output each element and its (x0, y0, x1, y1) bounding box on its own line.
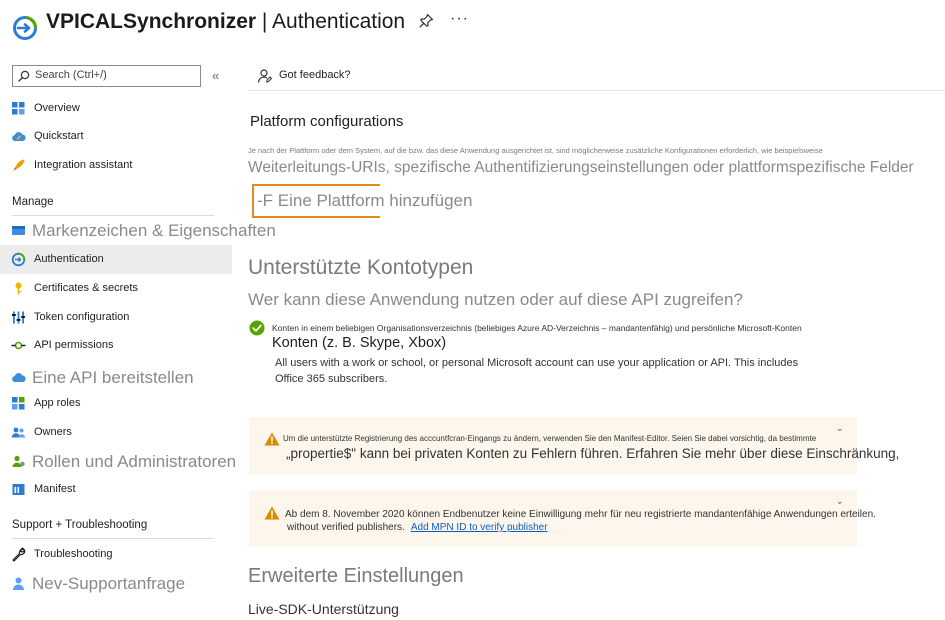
sidebar-item-label: App roles (34, 397, 81, 409)
account-option-description-cont: Konten (z. B. Skype, Xbox) (272, 335, 447, 351)
warning-icon (264, 506, 280, 520)
sidebar-item-label: Troubleshooting (34, 548, 113, 560)
account-option-description: Konten in einem beliebigen Organisations… (272, 323, 802, 333)
add-platform-button[interactable]: -F Eine Plattform hinzufügen (252, 184, 472, 218)
section-divider (12, 538, 214, 539)
token-icon (12, 311, 25, 324)
cloud-icon (12, 132, 26, 141)
verify-publisher-link[interactable]: Add MPN ID to verify publisher (411, 522, 548, 533)
app-registration-icon (13, 16, 37, 40)
app-roles-icon (12, 397, 25, 410)
chevron-down-icon[interactable]: ⌄ (836, 496, 844, 507)
sidebar-item-troubleshooting[interactable]: Troubleshooting (0, 540, 232, 569)
sidebar-item-integration-assistant[interactable]: Integration assistant (0, 151, 232, 180)
wrench-icon (12, 547, 26, 562)
page-title: VPICALSynchronizer | Authentication (46, 10, 405, 34)
page-name: Authentication (272, 10, 406, 33)
sidebar-item-label: Overview (34, 102, 80, 114)
authentication-icon (11, 252, 26, 267)
key-icon (15, 282, 22, 295)
warning-text-tail: without verified publishers. (287, 522, 405, 533)
section-manage-label: Manage (12, 196, 54, 208)
chevron-down-icon[interactable]: ⌄ (836, 423, 844, 434)
warning-text-cont: without verified publishers. Add MPN ID t… (287, 522, 548, 533)
sidebar-item-label: Quickstart (34, 130, 84, 142)
owners-icon (11, 427, 25, 438)
add-platform-label: -F Eine Plattform hinzufügen (257, 191, 473, 210)
title-separator: | (256, 10, 273, 33)
check-circle-icon (249, 320, 265, 336)
account-option-help: All users with a work or school, or pers… (275, 357, 799, 369)
sidebar-item-expose-api[interactable]: Eine API bereitstellen (0, 363, 232, 392)
feedback-button[interactable]: Got feedback? (279, 69, 351, 81)
branding-icon (12, 226, 25, 235)
search-placeholder: Search (Ctrl+/) (35, 69, 107, 81)
support-person-icon (13, 577, 24, 590)
account-option-help-cont: Office 365 subscribers. (275, 373, 388, 385)
sidebar-item-api-permissions[interactable]: API permissions (0, 331, 232, 360)
sidebar-item-overview[interactable]: Overview (0, 94, 232, 123)
warning-banner-publisher: ⌄ Ab dem 8. November 2020 können Endbenu… (249, 490, 876, 547)
sidebar-item-label: Eine API bereitstellen (32, 368, 194, 387)
platform-description-small: Je nach der Plattform oder dem System, a… (248, 146, 823, 155)
warning-text: Ab dem 8. November 2020 können Endbenutz… (285, 509, 876, 520)
sidebar-item-label: Integration assistant (34, 159, 133, 171)
pin-icon[interactable] (418, 13, 434, 29)
sidebar-item-owners[interactable]: Owners (0, 418, 232, 447)
more-options-icon[interactable]: ··· (450, 10, 469, 28)
sidebar-item-token-configuration[interactable]: Token configuration (0, 303, 232, 332)
sidebar-item-label: Token configuration (34, 311, 130, 323)
sidebar-item-label: Certificates & secrets (34, 282, 138, 294)
sidebar-item-manifest[interactable]: Manifest (0, 475, 232, 504)
sidebar-item-app-roles[interactable]: App roles (0, 389, 232, 418)
command-bar: Got feedback? (248, 60, 945, 91)
sidebar-item-label: Owners (34, 426, 72, 438)
sidebar-item-label: API permissions (34, 339, 114, 351)
sidebar-item-label: Authentication (34, 253, 104, 265)
rocket-icon (13, 159, 25, 171)
advanced-settings-heading: Erweiterte Einstellungen (248, 565, 464, 587)
sidebar-item-quickstart[interactable]: Quickstart (0, 122, 232, 151)
platform-description-large: Weiterleitungs-URIs, spezifische Authent… (248, 159, 914, 176)
page-header: VPICALSynchronizer | Authentication ··· (0, 0, 945, 48)
search-input[interactable]: Search (Ctrl+/) (12, 65, 201, 87)
supported-account-types-heading: Unterstützte Kontotypen (248, 256, 474, 279)
cloud-api-icon (12, 373, 26, 382)
manifest-icon (12, 484, 25, 495)
warning-text-cont: „propertie$" kann bei privaten Konten zu… (286, 446, 900, 461)
search-icon (18, 70, 30, 82)
sidebar-item-label: Nev-Supportanfrage (32, 574, 186, 593)
sidebar-item-authentication[interactable]: Authentication (0, 245, 232, 274)
sidebar-item-roles-administrators[interactable]: Rollen und Administratoren (0, 447, 236, 476)
sidebar-item-label: Rollen und Administratoren (32, 452, 237, 471)
warning-text: Um die unterstützte Registrierung des ac… (283, 434, 817, 443)
api-permissions-icon (11, 341, 26, 350)
grid-icon (12, 102, 25, 115)
sidebar-item-label: Manifest (34, 483, 76, 495)
section-support-label: Support + Troubleshooting (12, 519, 148, 531)
sidebar-item-new-support-request[interactable]: Nev-Supportanfrage (0, 569, 232, 598)
collapse-sidebar-icon[interactable]: « (212, 68, 219, 83)
sidebar-item-branding[interactable]: Markenzeichen & Eigenschaften (0, 216, 276, 245)
feedback-icon[interactable] (257, 68, 273, 84)
platform-configurations-heading: Platform configurations (250, 113, 404, 130)
sidebar-item-certificates-secrets[interactable]: Certificates & secrets (0, 274, 232, 303)
live-sdk-support-label: Live-SDK-Unterstützung (248, 601, 399, 617)
warning-banner-manifest: ⌄ Um die unterstützte Registrierung des … (249, 417, 899, 474)
account-types-question: Wer kann diese Anwendung nutzen oder auf… (248, 290, 743, 309)
roles-icon (12, 455, 25, 467)
app-name: VPICALSynchronizer (46, 10, 257, 33)
warning-icon (264, 432, 280, 446)
sidebar: Search (Ctrl+/) « Overview Quickstart In… (0, 60, 276, 620)
sidebar-item-label: Markenzeichen & Eigenschaften (32, 221, 276, 240)
